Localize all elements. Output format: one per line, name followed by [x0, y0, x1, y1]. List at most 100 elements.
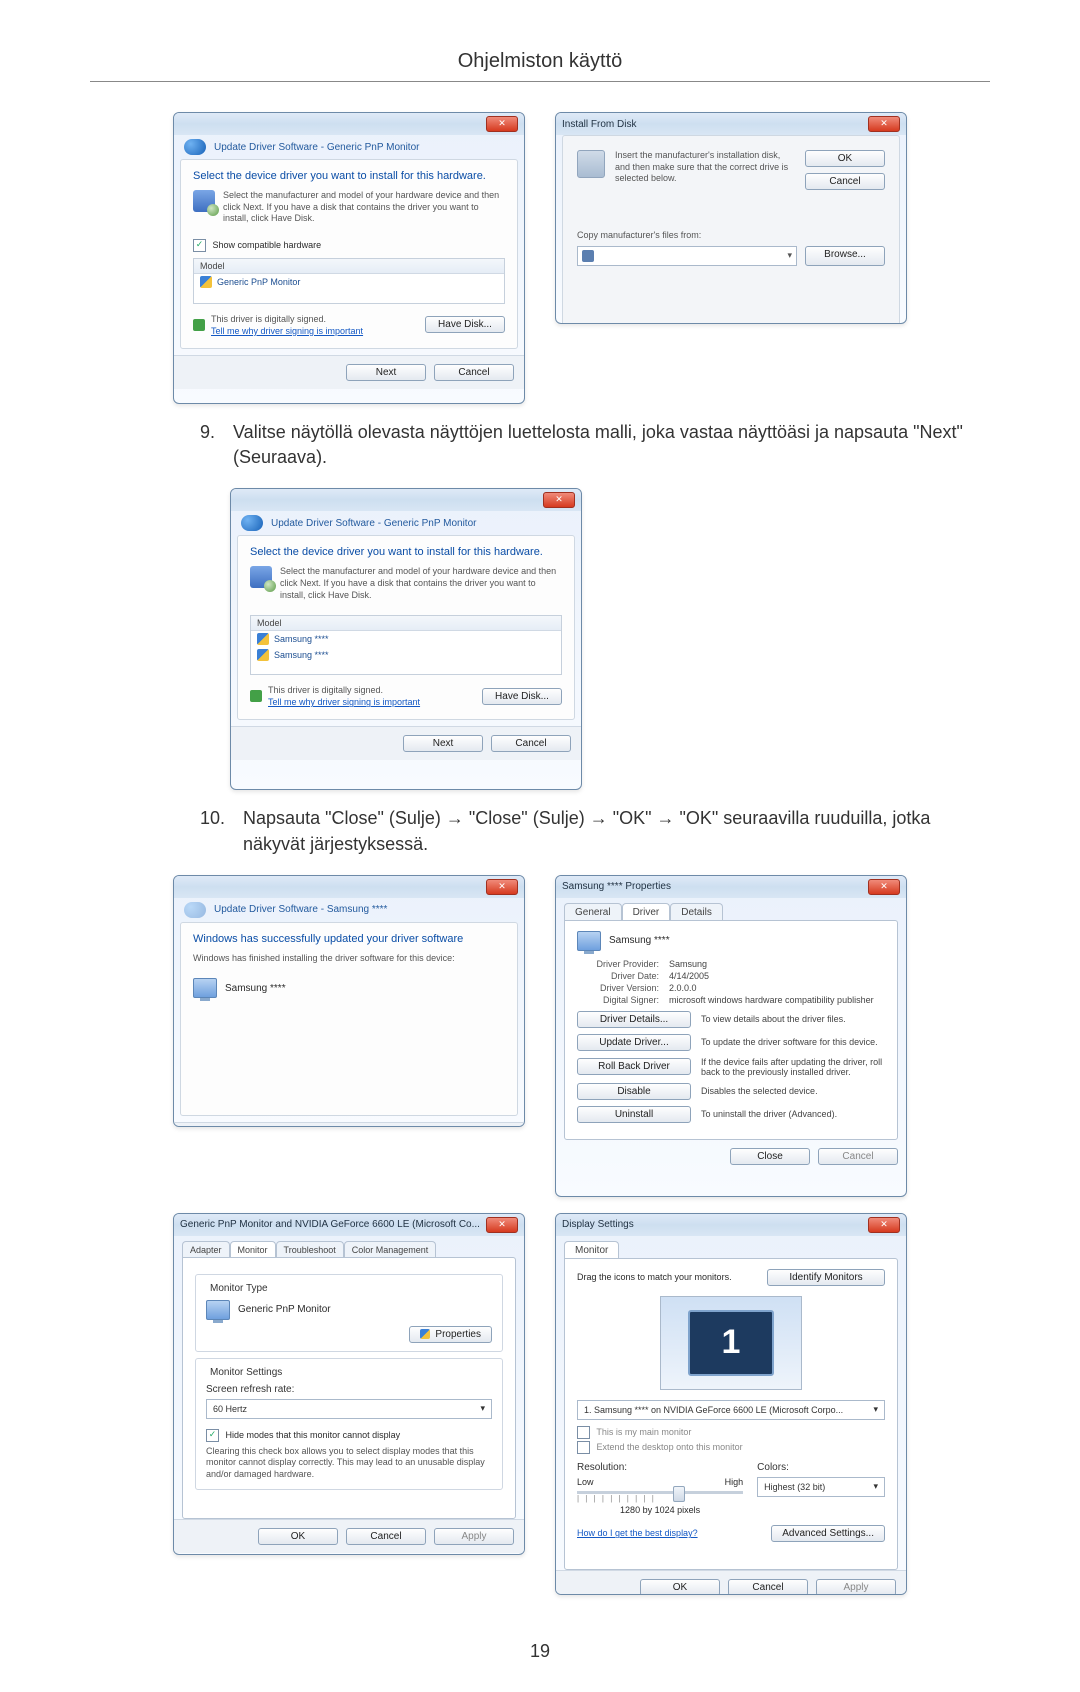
colors-label: Colors:	[757, 1462, 885, 1473]
monitor-item-icon	[257, 633, 269, 645]
properties-button[interactable]: Properties	[409, 1326, 492, 1343]
hide-modes-desc: Clearing this check box allows you to se…	[206, 1446, 492, 1481]
best-display-link[interactable]: How do I get the best display?	[577, 1528, 698, 1538]
close-icon[interactable]: ✕	[543, 492, 575, 508]
shield-icon	[420, 1329, 430, 1339]
signer-value: microsoft windows hardware compatibility…	[669, 995, 874, 1005]
monitor-icon	[577, 931, 601, 951]
tab-general[interactable]: General	[564, 903, 622, 920]
dialog-title: Display Settings	[562, 1219, 634, 1230]
disable-button[interactable]: Disable	[577, 1083, 691, 1100]
close-icon[interactable]: ✕	[486, 879, 518, 895]
cancel-button[interactable]: Cancel	[434, 364, 514, 381]
driver-update-success-window: ✕ Update Driver Software - Samsung **** …	[173, 875, 525, 1127]
close-icon[interactable]: ✕	[486, 116, 518, 132]
cancel-button[interactable]: Cancel	[346, 1528, 426, 1545]
copy-from-input[interactable]: ▾	[577, 246, 797, 266]
update-driver-desc: To update the driver software for this d…	[701, 1037, 878, 1047]
refresh-rate-select[interactable]: 60 Hertz ▾	[206, 1399, 492, 1419]
dialog-title: Generic PnP Monitor and NVIDIA GeForce 6…	[180, 1219, 480, 1230]
close-icon[interactable]: ✕	[868, 879, 900, 895]
driver-details-button[interactable]: Driver Details...	[577, 1011, 691, 1028]
tab-troubleshoot[interactable]: Troubleshoot	[276, 1241, 344, 1257]
monitor-preview[interactable]: 1	[660, 1296, 802, 1390]
ok-button[interactable]: OK	[640, 1579, 720, 1595]
copy-from-label: Copy manufacturer's files from:	[577, 230, 885, 242]
monitor-type-value: Generic PnP Monitor	[238, 1304, 331, 1315]
step-text: Valitse näytöllä olevasta näyttöjen luet…	[233, 420, 970, 470]
tab-monitor[interactable]: Monitor	[230, 1241, 276, 1257]
monitor-select[interactable]: 1. Samsung **** on NVIDIA GeForce 6600 L…	[577, 1400, 885, 1420]
next-button[interactable]: Next	[346, 364, 426, 381]
provider-key: Driver Provider:	[577, 959, 659, 969]
have-disk-button[interactable]: Have Disk...	[425, 316, 505, 333]
driver-details-desc: To view details about the driver files.	[701, 1014, 846, 1024]
model-list[interactable]: Model Generic PnP Monitor	[193, 258, 505, 304]
resolution-slider[interactable]	[577, 1491, 743, 1494]
drag-icons-label: Drag the icons to match your monitors.	[577, 1272, 759, 1282]
cancel-button[interactable]: Cancel	[728, 1579, 808, 1595]
close-icon[interactable]: ✕	[868, 1217, 900, 1233]
hide-modes-checkbox[interactable]	[206, 1429, 219, 1442]
dialog-title: Install From Disk	[562, 119, 636, 130]
model-list[interactable]: Model Samsung **** Samsung ****	[250, 615, 562, 675]
close-icon[interactable]: ✕	[486, 1217, 518, 1233]
cancel-button[interactable]: Cancel	[805, 173, 885, 190]
cancel-button: Cancel	[818, 1148, 898, 1165]
disk-icon	[250, 566, 272, 588]
rollback-driver-button[interactable]: Roll Back Driver	[577, 1058, 691, 1075]
ok-button[interactable]: OK	[805, 150, 885, 167]
breadcrumb: Update Driver Software - Samsung ****	[214, 904, 387, 915]
slider-thumb[interactable]	[673, 1486, 685, 1502]
colors-select[interactable]: Highest (32 bit) ▾	[757, 1477, 885, 1497]
tab-color-management[interactable]: Color Management	[344, 1241, 437, 1257]
drive-icon	[582, 250, 594, 262]
tab-details[interactable]: Details	[670, 903, 723, 920]
signer-key: Digital Signer:	[577, 995, 659, 1005]
close-icon[interactable]: ✕	[868, 116, 900, 132]
model-header: Model	[194, 259, 504, 274]
back-arrow-icon[interactable]	[184, 139, 206, 155]
step-number: 9.	[200, 420, 215, 470]
dropdown-arrow-icon: ▾	[480, 1403, 485, 1414]
wizard-description: Select the manufacturer and model of you…	[223, 190, 505, 225]
tab-driver[interactable]: Driver	[622, 903, 671, 920]
refresh-rate-value: 60 Hertz	[213, 1404, 247, 1414]
close-button[interactable]: Close	[730, 1148, 810, 1165]
step-number: 10.	[200, 806, 225, 856]
show-compatible-checkbox[interactable]	[193, 239, 206, 252]
main-monitor-checkbox	[577, 1426, 590, 1439]
monitor-1-box[interactable]: 1	[688, 1310, 774, 1376]
ok-button[interactable]: OK	[258, 1528, 338, 1545]
tab-adapter[interactable]: Adapter	[182, 1241, 230, 1257]
device-name: Samsung ****	[609, 935, 670, 946]
identify-monitors-button[interactable]: Identify Monitors	[767, 1269, 885, 1286]
signing-link[interactable]: Tell me why driver signing is important	[211, 326, 363, 336]
cancel-button[interactable]: Cancel	[491, 735, 571, 752]
browse-button[interactable]: Browse...	[805, 246, 885, 266]
dropdown-arrow-icon[interactable]: ▾	[787, 250, 792, 261]
back-arrow-icon[interactable]	[241, 515, 263, 531]
signing-link[interactable]: Tell me why driver signing is important	[268, 697, 420, 707]
have-disk-button[interactable]: Have Disk...	[482, 688, 562, 705]
signed-ok-icon	[250, 690, 262, 702]
update-driver-button[interactable]: Update Driver...	[577, 1034, 691, 1051]
wizard-heading: Select the device driver you want to ins…	[193, 170, 505, 182]
signed-label: This driver is digitally signed.	[268, 685, 420, 697]
tab-monitor[interactable]: Monitor	[564, 1241, 619, 1258]
driver-properties-dialog: Samsung **** Properties ✕ General Driver…	[555, 875, 907, 1197]
provider-value: Samsung	[669, 959, 707, 969]
model-item-label: Generic PnP Monitor	[217, 277, 300, 287]
monitor-icon	[206, 1300, 230, 1320]
show-compatible-label: Show compatible hardware	[213, 240, 322, 250]
wizard-description: Select the manufacturer and model of you…	[280, 566, 562, 601]
advanced-settings-button[interactable]: Advanced Settings...	[771, 1525, 885, 1542]
next-button[interactable]: Next	[403, 735, 483, 752]
resolution-value: 1280 by 1024 pixels	[577, 1505, 743, 1515]
monitor-item-icon	[200, 276, 212, 288]
resolution-label: Resolution:	[577, 1462, 743, 1473]
model-item-label: Samsung ****	[274, 634, 329, 644]
uninstall-button[interactable]: Uninstall	[577, 1106, 691, 1123]
version-value: 2.0.0.0	[669, 983, 697, 993]
version-key: Driver Version:	[577, 983, 659, 993]
